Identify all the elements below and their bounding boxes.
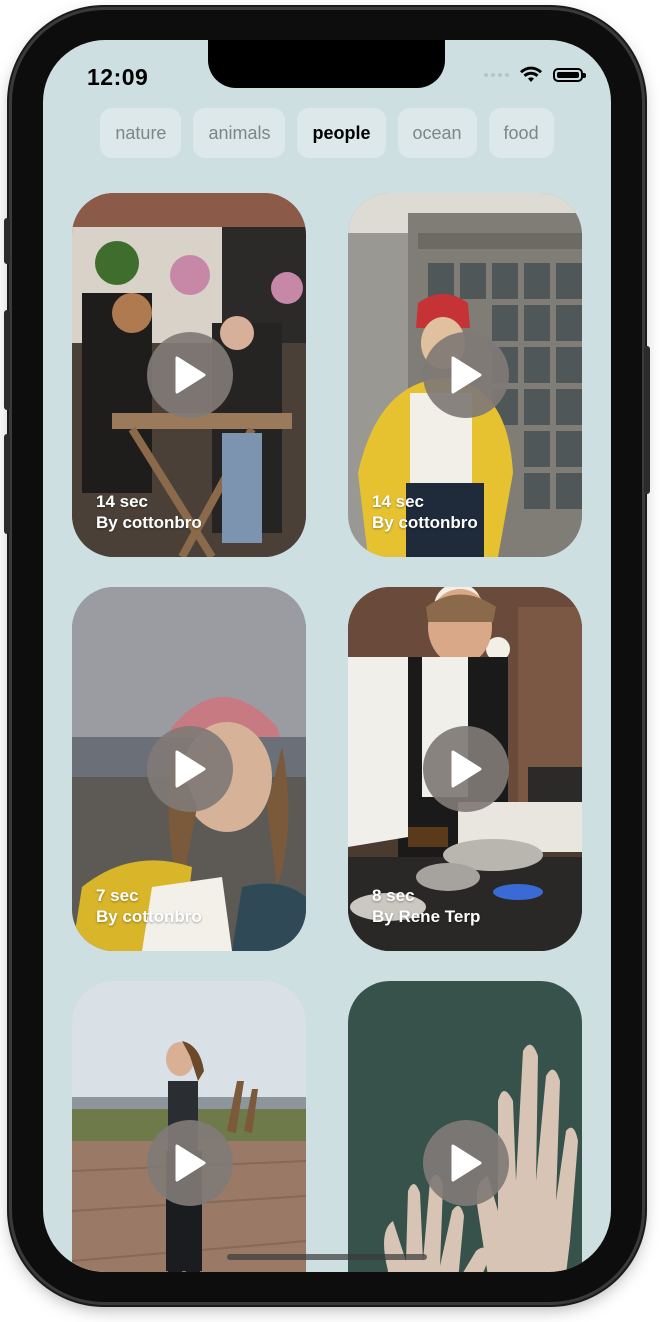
status-icons — [484, 66, 586, 84]
volume-down-button — [4, 434, 10, 534]
chip-nature[interactable]: nature — [100, 108, 182, 158]
wifi-icon — [520, 66, 542, 82]
play-icon — [175, 750, 206, 788]
category-chips: nature animals people ocean food — [43, 108, 611, 158]
video-meta: 14 sec By cottonbro — [96, 491, 202, 533]
video-card[interactable]: 7 sec By cottonbro — [72, 587, 306, 951]
volume-up-button — [4, 310, 10, 410]
screen: 12:09 nature animals people ocean food 1… — [43, 40, 611, 1272]
play-icon — [175, 1144, 206, 1182]
play-icon — [175, 356, 206, 394]
play-button[interactable] — [423, 332, 509, 418]
video-card[interactable]: 8 sec By Rene Terp — [348, 587, 582, 951]
play-button[interactable] — [423, 1120, 509, 1206]
silent-switch — [4, 218, 10, 264]
video-card[interactable] — [348, 981, 582, 1272]
home-indicator[interactable] — [227, 1254, 427, 1260]
play-button[interactable] — [423, 726, 509, 812]
power-button — [644, 346, 650, 494]
video-card[interactable]: 14 sec By cottonbro — [72, 193, 306, 557]
video-author: By Rene Terp — [372, 907, 481, 926]
play-button[interactable] — [147, 332, 233, 418]
video-duration: 14 sec — [372, 492, 424, 511]
cellular-signal-icon — [484, 73, 509, 77]
video-meta: 7 sec By cottonbro — [96, 885, 202, 927]
status-time: 12:09 — [87, 64, 149, 90]
chip-animals[interactable]: animals — [193, 108, 286, 158]
video-card[interactable]: 14 sec By cottonbro — [348, 193, 582, 557]
play-icon — [451, 1144, 482, 1182]
video-author: By cottonbro — [96, 513, 202, 532]
chip-ocean[interactable]: ocean — [397, 108, 477, 158]
notch — [208, 40, 445, 88]
video-card[interactable] — [72, 981, 306, 1272]
play-icon — [451, 356, 482, 394]
video-duration: 7 sec — [96, 886, 139, 905]
play-button[interactable] — [147, 1120, 233, 1206]
video-meta: 14 sec By cottonbro — [372, 491, 478, 533]
battery-icon — [553, 68, 586, 82]
video-author: By cottonbro — [372, 513, 478, 532]
video-duration: 8 sec — [372, 886, 415, 905]
play-button[interactable] — [147, 726, 233, 812]
chip-people[interactable]: people — [297, 108, 386, 158]
video-duration: 14 sec — [96, 492, 148, 511]
video-author: By cottonbro — [96, 907, 202, 926]
video-meta: 8 sec By Rene Terp — [372, 885, 480, 927]
chip-food[interactable]: food — [488, 108, 554, 158]
play-icon — [451, 750, 482, 788]
